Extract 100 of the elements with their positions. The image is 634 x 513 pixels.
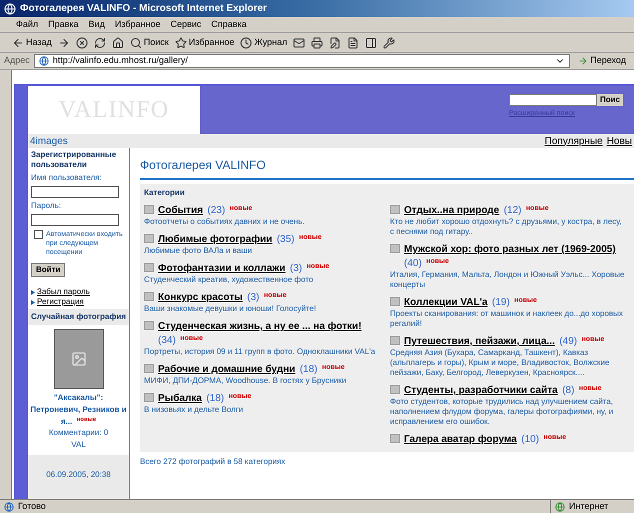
toolbar-button[interactable] — [58, 36, 70, 48]
toolbar-button[interactable] — [365, 36, 378, 48]
login-button[interactable]: Войти — [31, 263, 66, 277]
nav-link[interactable]: Популярные — [544, 134, 603, 148]
menu-item[interactable]: Сервис — [170, 18, 202, 32]
folder-icon — [144, 321, 154, 330]
menu-item[interactable]: Правка — [48, 18, 79, 32]
photo-count: (35) — [276, 234, 295, 245]
folder-icon — [390, 205, 400, 214]
toolbar-button[interactable]: Назад — [12, 36, 52, 50]
image-icon — [70, 351, 86, 367]
browser-icon — [4, 2, 16, 14]
search-field[interactable] — [509, 94, 597, 106]
toolbar-button[interactable] — [311, 36, 324, 48]
category-description: Фотоотчеты о событиях давних и не очень. — [144, 217, 306, 227]
photo-caption[interactable]: "Аксакалы": Петроневич, Резников и я... $^{новые}$ — [28, 391, 129, 427]
toolbar-button[interactable]: Журнал — [240, 36, 288, 50]
category-link[interactable]: Путешествия, пейзажи, лица... — [404, 336, 555, 347]
nav-link[interactable]: Новы — [606, 134, 632, 148]
menu-item[interactable]: Вид — [88, 18, 105, 32]
category-description: Фото студентов, которые трудились над улучшением сайта, наполнением флудом форума, галеры фотографиями, ну, и исправлением его ошибок. — [390, 397, 614, 427]
folder-icon — [390, 434, 400, 443]
password-field[interactable] — [31, 214, 119, 226]
photo-author: VAL — [71, 439, 86, 451]
password-label: Пароль: — [31, 200, 62, 212]
menu-item[interactable]: Файл — [16, 18, 38, 32]
wrench-icon — [383, 36, 396, 48]
photo-count: (49) — [559, 336, 578, 347]
category-description: Кто не любит хорошо отдохнуть? с друзьями, у костра, в лесу, с песнями под гитару.. — [390, 217, 623, 237]
category-link[interactable]: Галера аватар форума — [404, 434, 517, 445]
go-button[interactable]: Переход — [574, 54, 630, 68]
address-label: Адрес — [4, 54, 30, 68]
category-link[interactable]: Студенческая жизнь, а ну ее ... на фотки! — [158, 321, 362, 332]
photo-count: (18) — [206, 393, 224, 404]
folder-icon — [144, 205, 154, 214]
photo-count: (3) — [290, 263, 302, 274]
folder-icon — [144, 263, 154, 272]
clock-icon — [240, 36, 252, 48]
folder-icon — [144, 364, 154, 373]
category-description: Проекты сканирования: от машинок и наклеек до...до хоровых регалий! — [390, 309, 624, 329]
new-label: новые — [582, 336, 604, 342]
toolbar-button[interactable]: Избранное — [174, 36, 234, 50]
search-button[interactable]: Поис — [597, 94, 624, 106]
folder-icon — [390, 297, 400, 306]
category-link[interactable]: Рабочие и домашние будни — [158, 364, 296, 375]
username-label: Имя пользователя: — [31, 172, 103, 184]
category-link[interactable]: Конкурс красоты — [158, 292, 243, 303]
category-link[interactable]: Студенты, разработчики сайта — [404, 385, 558, 396]
new-label: новые — [264, 292, 286, 298]
menu-item[interactable]: Избранное — [114, 18, 160, 32]
star-icon — [174, 36, 187, 48]
login-title: Зарегистрированные пользователи — [31, 150, 118, 170]
toolbar-button[interactable] — [347, 36, 360, 48]
new-label: новые — [228, 392, 252, 400]
new-label: новые — [306, 262, 330, 270]
toolbar-button[interactable] — [329, 36, 342, 48]
address-field[interactable]: http://valinfo.edu.mhost.ru/gallery/ — [34, 54, 570, 68]
photo-count: (19) — [492, 297, 510, 308]
new-label: новые — [526, 204, 549, 212]
category-description: Студенческий креатив, художественное фото — [144, 275, 314, 285]
photo-placeholder[interactable] — [54, 329, 104, 389]
category-link[interactable]: Любимые фотографии — [158, 234, 272, 245]
category-link[interactable]: События — [158, 205, 203, 216]
menu-item[interactable]: Справка — [211, 18, 247, 32]
toolbar-button[interactable] — [293, 36, 306, 48]
comments-count: Комментарии: 0 — [48, 427, 108, 439]
toolbar-button[interactable] — [76, 36, 88, 48]
photo-count: (3) — [247, 292, 260, 303]
sidebar-link[interactable]: Забыл пароль — [37, 287, 90, 297]
category-description: Портреты, история 09 и 11 групп в фото. Одноклашники VAL'a — [144, 347, 376, 357]
category-link[interactable]: Рыбалка — [158, 393, 202, 404]
toolbar-button[interactable] — [383, 36, 396, 48]
brand-link[interactable]: 4images — [30, 134, 68, 148]
category-description: В низовьях и дельте Волги — [144, 405, 244, 415]
category-link[interactable]: Отдых..на природе — [404, 205, 500, 216]
sidebar-link[interactable]: Регистрация — [37, 297, 84, 307]
random-photo-title: Случайная фотография — [28, 309, 129, 325]
category-link[interactable]: Фотофантазии и коллажи — [158, 263, 286, 274]
status-text: Готово — [18, 500, 47, 513]
gallery-title: Фотогалерея VALINFO — [140, 156, 634, 180]
new-label: новые — [543, 434, 566, 440]
edit-icon — [329, 36, 342, 48]
photo-count: (18) — [300, 364, 318, 375]
stop-icon — [76, 36, 88, 48]
total-count: Всего 272 фотографий в 58 категориях — [140, 456, 286, 468]
toolbar-button[interactable] — [112, 36, 124, 48]
toolbar-button[interactable]: Поиск — [130, 36, 169, 50]
folder-icon — [144, 292, 154, 301]
new-label: новые — [322, 364, 345, 370]
folder-icon — [144, 393, 154, 402]
window-title: Фотогалерея VALINFO - Microsoft Internet Explorer — [20, 2, 267, 16]
category-link[interactable]: Коллекции VAL'a — [404, 297, 488, 308]
username-field[interactable] — [31, 186, 119, 198]
category-description: Средняя Азия (Бухара, Самарканд, Ташкент), Кавказ (альплагерь и горы), Крым и море, Владивосток, Волжские пейзажи, Баку, Белгород, Леверкузен, Красноярск.... — [390, 348, 610, 378]
toolbar-button[interactable] — [94, 36, 106, 48]
auto-login-checkbox[interactable] — [34, 230, 43, 239]
category-description: Любимые фото ВАЛа и ваши — [144, 246, 254, 256]
category-link[interactable]: Мужской хор: фото разных лет (1969-2005) — [404, 244, 616, 255]
go-arrow-icon — [578, 56, 588, 66]
panel-icon — [365, 36, 378, 48]
